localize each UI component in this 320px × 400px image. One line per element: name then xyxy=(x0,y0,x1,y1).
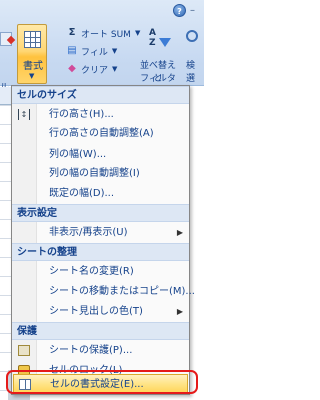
menu-item-column-autofit[interactable]: 列の幅の自動調整(I) xyxy=(12,164,189,183)
protect-sheet-icon xyxy=(18,345,30,356)
format-button[interactable]: 書式 ▼ xyxy=(17,24,47,84)
highlight-callout xyxy=(6,370,198,394)
menu-item-protect-sheet[interactable]: シートの保護(P)... xyxy=(12,341,189,360)
menu-item-move-copy-sheet[interactable]: シートの移動またはコピー(M)... xyxy=(12,282,195,301)
menu-section-header: セルのサイズ xyxy=(12,86,189,104)
menu-item-label: 既定の幅(D)... xyxy=(49,188,115,199)
autosum-label: オート SUM xyxy=(81,29,131,40)
clear-label: クリア xyxy=(81,65,109,76)
menu-item-row-autofit[interactable]: 行の高さの自動調整(A) xyxy=(12,124,189,143)
find-select-button[interactable]: 検 選 xyxy=(184,24,204,84)
menu-item-label: 行の高さの自動調整(A) xyxy=(49,128,154,139)
magnifier-icon xyxy=(186,30,198,42)
eraser-icon: ◆ xyxy=(68,63,76,74)
row-height-icon: ↕ xyxy=(18,109,30,120)
ribbon-minimize-icon[interactable]: – xyxy=(190,4,204,17)
autosum-button[interactable]: Σ オート SUM ▼ xyxy=(66,26,141,40)
menu-item-label: シート見出しの色(T) xyxy=(49,306,143,317)
menu-item-column-width[interactable]: 列の幅(W)... xyxy=(12,145,189,164)
submenu-arrow-icon: ▶ xyxy=(176,228,183,237)
clear-button[interactable]: ◆ クリア ▼ xyxy=(66,62,117,76)
menu-item-hide-unhide[interactable]: 非表示/再表示(U) ▶ xyxy=(12,223,189,242)
menu-item-row-height[interactable]: ↕ 行の高さ(H)... xyxy=(12,105,189,124)
menu-item-label: 非表示/再表示(U) xyxy=(49,227,128,238)
menu-item-label: 列の幅(W)... xyxy=(49,149,107,160)
find-label-1: 検 xyxy=(186,61,196,71)
chevron-down-icon: ▼ xyxy=(29,72,35,80)
fill-button[interactable]: ▤ フィル ▼ xyxy=(66,44,117,58)
sort-filter-label-2: フィルタ xyxy=(140,74,176,84)
menu-item-label: 行の高さ(H)... xyxy=(49,109,114,120)
ribbon: ? – ル 書式 ▼ Σ オート SUM ▼ ▤ フィル ▼ ◆ クリア ▼ A… xyxy=(0,0,204,93)
menu-item-label: シート名の変更(R) xyxy=(49,266,134,277)
help-icon[interactable]: ? xyxy=(173,4,186,17)
format-grid-icon xyxy=(24,31,41,48)
menu-section-header: シートの整理 xyxy=(12,243,189,261)
submenu-arrow-icon: ▶ xyxy=(176,307,183,316)
insert-cells-button[interactable]: ル xyxy=(0,24,15,93)
format-button-label: 書式 xyxy=(23,61,43,72)
find-label-2: 選 xyxy=(186,74,196,84)
chevron-down-icon: ▼ xyxy=(111,47,118,55)
sort-filter-button[interactable]: AZ 並べ替えと フィルタ xyxy=(140,24,176,84)
format-dropdown-menu: セルのサイズ ↕ 行の高さ(H)... 行の高さの自動調整(A) 列の幅(W).… xyxy=(11,85,195,395)
menu-item-label: シートの保護(P)... xyxy=(49,345,133,356)
sigma-icon: Σ xyxy=(68,27,76,38)
fill-down-icon: ▤ xyxy=(67,45,77,56)
chevron-down-icon: ▼ xyxy=(112,65,118,73)
menu-section-header: 保護 xyxy=(12,322,189,340)
menu-section-header: 表示設定 xyxy=(12,204,189,222)
menu-item-tab-color[interactable]: シート見出しの色(T) ▶ xyxy=(12,302,189,321)
sort-filter-icon: AZ xyxy=(149,28,171,50)
menu-item-label: 列の幅の自動調整(I) xyxy=(49,168,140,179)
menu-item-default-width[interactable]: 既定の幅(D)... xyxy=(12,184,189,203)
fill-label: フィル xyxy=(81,47,108,58)
insert-cells-icon xyxy=(0,32,12,46)
menu-item-label: シートの移動またはコピー(M)... xyxy=(49,286,195,297)
menu-item-rename-sheet[interactable]: シート名の変更(R) xyxy=(12,262,189,281)
